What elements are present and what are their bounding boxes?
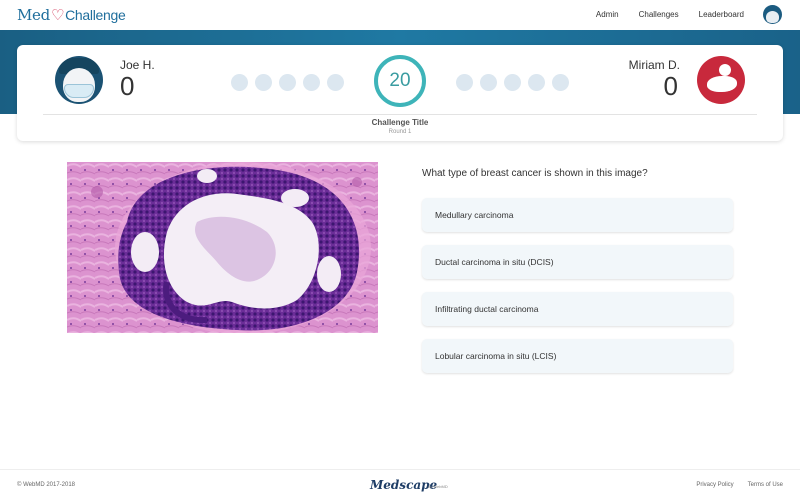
logo-med: Med bbox=[17, 6, 50, 24]
answer-option-4[interactable]: Lobular carcinoma in situ (LCIS) bbox=[422, 339, 733, 373]
answer-option-3[interactable]: Infiltrating ductal carcinoma bbox=[422, 292, 733, 326]
logo-challenge: Challenge bbox=[65, 7, 126, 23]
nav-link-challenges[interactable]: Challenges bbox=[639, 10, 679, 19]
privacy-policy-link[interactable]: Privacy Policy bbox=[696, 482, 733, 488]
nav-link-leaderboard[interactable]: Leaderboard bbox=[699, 10, 744, 19]
user-avatar[interactable] bbox=[763, 5, 782, 24]
challenge-round: Round 1 bbox=[388, 129, 412, 135]
avatar-shape-icon bbox=[707, 76, 737, 92]
round-dot bbox=[456, 74, 473, 91]
countdown-timer: 20 bbox=[374, 55, 426, 107]
player-right-avatar bbox=[697, 56, 745, 104]
challenge-title: Challenge Title bbox=[371, 118, 429, 127]
player-right-score: 0 bbox=[663, 71, 678, 101]
footer-links: Privacy Policy Terms of Use bbox=[696, 482, 783, 488]
round-dot bbox=[528, 74, 545, 91]
footer: © WebMD 2017-2018 Medscape by WebMD Priv… bbox=[0, 469, 800, 499]
round-dot bbox=[279, 74, 296, 91]
histology-image bbox=[67, 162, 378, 333]
avatar-shape-icon bbox=[719, 64, 731, 76]
nav-link-admin[interactable]: Admin bbox=[596, 10, 619, 19]
player-left-name: Joe H. bbox=[120, 58, 155, 72]
question-image bbox=[67, 162, 378, 333]
terms-of-use-link[interactable]: Terms of Use bbox=[748, 482, 783, 488]
surgical-mask-icon bbox=[64, 84, 94, 98]
question-text: What type of breast cancer is shown in t… bbox=[422, 168, 648, 179]
nav-links: Admin Challenges Leaderboard bbox=[596, 10, 744, 19]
footer-copyright: © WebMD 2017-2018 bbox=[17, 482, 76, 488]
player-left-progress bbox=[231, 74, 344, 91]
round-dot bbox=[303, 74, 320, 91]
timer-value: 20 bbox=[389, 70, 411, 91]
player-left-avatar bbox=[55, 56, 103, 104]
round-dot bbox=[504, 74, 521, 91]
heart-icon: ♡ bbox=[50, 6, 65, 24]
player-right-name: Miriam D. bbox=[628, 58, 680, 72]
answer-option-2[interactable]: Ductal carcinoma in situ (DCIS) bbox=[422, 245, 733, 279]
round-dot bbox=[480, 74, 497, 91]
avatar-face-icon bbox=[766, 11, 779, 23]
app-logo[interactable]: Med ♡ Challenge bbox=[17, 6, 126, 24]
top-nav: Med ♡ Challenge Admin Challenges Leaderb… bbox=[0, 0, 800, 30]
round-dot bbox=[552, 74, 569, 91]
round-dot bbox=[255, 74, 272, 91]
round-dot bbox=[231, 74, 248, 91]
answer-option-1[interactable]: Medullary carcinoma bbox=[422, 198, 733, 232]
card-divider bbox=[43, 114, 757, 115]
scoreboard-card: Joe H. 0 20 Miriam D. 0 Challenge Title … bbox=[17, 45, 783, 141]
medscape-logo-sub: by WebMD bbox=[428, 484, 448, 489]
player-left-score: 0 bbox=[120, 71, 135, 101]
round-dot bbox=[327, 74, 344, 91]
player-right-progress bbox=[456, 74, 569, 91]
